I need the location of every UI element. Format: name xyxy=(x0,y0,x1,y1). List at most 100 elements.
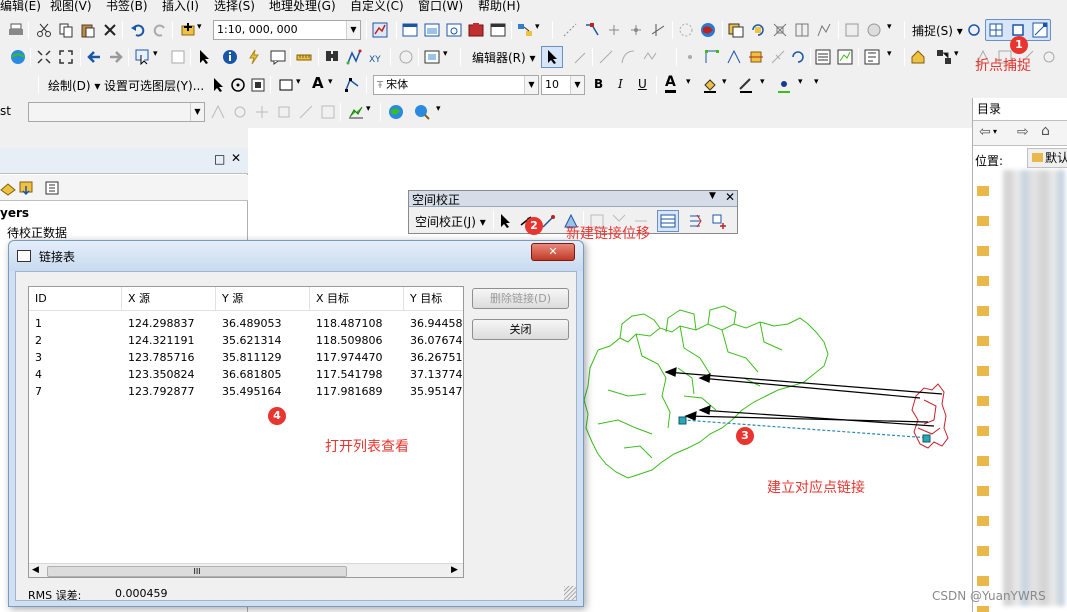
trace-icon[interactable] xyxy=(642,49,658,65)
georef-shift-icon[interactable] xyxy=(254,104,270,120)
point-snapping-icon[interactable] xyxy=(966,22,982,38)
selectable-layers-button[interactable]: 设置可选图层(Y)... xyxy=(104,77,204,94)
chevron-down-icon[interactable]: ▼ xyxy=(570,76,584,94)
georef-rotate-icon[interactable] xyxy=(232,104,248,120)
menu-selection[interactable]: 选择(S) xyxy=(214,0,255,14)
time-slider-icon[interactable] xyxy=(398,49,414,65)
delete-link-button[interactable]: 删除链接(D) xyxy=(472,288,569,309)
default-tab[interactable]: 默认 xyxy=(1027,148,1067,168)
table-row[interactable]: 7 123.792877 35.495164 117.981689 35.951477 xyxy=(29,383,463,400)
delete-icon[interactable] xyxy=(102,22,118,38)
bold-button[interactable]: B xyxy=(594,77,603,91)
toolbar-overflow-icon-3[interactable]: ▾ xyxy=(443,49,448,59)
close-icon[interactable]: ✕ xyxy=(231,151,241,165)
menu-insert[interactable]: 插入(I) xyxy=(162,0,199,14)
copy-layer-icon[interactable] xyxy=(728,22,744,38)
menu-bookmarks[interactable]: 书签(B) xyxy=(106,0,148,14)
zoom-whole-page-icon[interactable] xyxy=(250,77,266,93)
globe-search-icon[interactable] xyxy=(414,104,430,120)
font-combo[interactable]: Ŧ 宋体 ▼ xyxy=(373,75,539,95)
table-of-contents-icon[interactable] xyxy=(402,22,418,38)
georef-fit-icon[interactable] xyxy=(210,104,226,120)
back-extent-icon[interactable] xyxy=(86,49,102,65)
table-row[interactable]: 4 123.350824 36.681805 117.541798 37.137749 xyxy=(29,366,463,383)
snap-edge-icon[interactable] xyxy=(606,22,622,38)
histogram-icon[interactable] xyxy=(348,104,364,120)
paste-icon[interactable] xyxy=(80,22,96,38)
sketch-tool-icon[interactable] xyxy=(678,22,694,38)
forward-extent-icon[interactable] xyxy=(108,49,124,65)
add-data-dropdown-icon[interactable]: ▾ xyxy=(197,22,202,32)
arctoolbox-icon[interactable] xyxy=(468,22,484,38)
split-icon[interactable] xyxy=(794,22,810,38)
select-features-icon[interactable] xyxy=(135,49,151,65)
snap-vertex-icon[interactable] xyxy=(584,22,600,38)
map-scale-combo[interactable]: 1:10, 000, 000 ▼ xyxy=(213,20,361,40)
search-window-icon[interactable] xyxy=(446,22,462,38)
marker-color-icon[interactable] xyxy=(776,77,792,93)
find-route-icon[interactable] xyxy=(346,49,362,65)
georef-link-icon[interactable] xyxy=(298,104,314,120)
add-data-icon[interactable] xyxy=(180,22,196,38)
maximize-icon[interactable]: □ xyxy=(214,152,225,166)
merge-icon[interactable] xyxy=(772,22,788,38)
link-table-icon[interactable] xyxy=(660,213,676,229)
line-color-dropdown-icon[interactable]: ▾ xyxy=(760,77,765,87)
editor-menu[interactable]: 编辑器(R) ▾ xyxy=(472,49,536,66)
underline-button[interactable]: U xyxy=(638,77,647,91)
edit-arrow-icon[interactable] xyxy=(544,49,560,65)
col-header-y-source[interactable]: Y 源 xyxy=(216,287,310,311)
menu-help[interactable]: 帮助(H) xyxy=(478,0,520,14)
layer-item[interactable]: 待校正数据 xyxy=(7,224,67,241)
snap-end-icon[interactable] xyxy=(562,22,578,38)
back-dropdown-icon[interactable]: ▾ xyxy=(993,127,997,136)
select-elements-icon[interactable] xyxy=(196,49,212,65)
identify-icon[interactable] xyxy=(222,49,238,65)
table-row[interactable]: 3 123.785716 35.811129 117.974470 36.267519 xyxy=(29,349,463,366)
chevron-down-icon[interactable]: ▼ xyxy=(190,103,204,121)
editor-toolbar-icon[interactable] xyxy=(372,22,388,38)
dialog-titlebar[interactable]: 链接表 ✕ xyxy=(9,241,583,271)
data-frame-icon[interactable] xyxy=(866,22,882,38)
attributes-icon[interactable] xyxy=(815,49,831,65)
globe-color-icon[interactable] xyxy=(700,22,716,38)
python-window-icon[interactable] xyxy=(490,22,506,38)
reshape-feature-icon[interactable] xyxy=(726,49,742,65)
go-to-xy-icon[interactable]: XY xyxy=(368,49,384,65)
text-dropdown-icon[interactable]: ▾ xyxy=(328,77,333,87)
marker-color-dropdown-icon[interactable]: ▾ xyxy=(798,77,803,87)
full-extent-icon[interactable] xyxy=(36,49,52,65)
scroll-left-icon[interactable]: ◀ xyxy=(32,565,39,575)
cut-polygons-icon[interactable] xyxy=(748,49,764,65)
histogram-dropdown-icon[interactable]: ▾ xyxy=(366,104,371,114)
measure-icon[interactable] xyxy=(296,49,312,65)
reshape-icon[interactable] xyxy=(816,22,832,38)
edit-vertices-graphic-icon[interactable] xyxy=(344,77,360,93)
fill-color-dropdown-icon[interactable]: ▾ xyxy=(722,77,727,87)
menu-windows[interactable]: 窗口(W) xyxy=(418,0,463,14)
split-tool-icon[interactable] xyxy=(770,49,786,65)
edit-vertices-icon[interactable] xyxy=(704,49,720,65)
toolbar-overflow-icon-4[interactable]: ▾ xyxy=(887,49,892,59)
rotate-graphic-icon[interactable] xyxy=(230,77,246,93)
resize-grip-icon[interactable] xyxy=(564,586,576,600)
sketch-properties-icon[interactable] xyxy=(837,49,853,65)
fixed-zoom-icon[interactable] xyxy=(58,49,74,65)
globe-icon[interactable] xyxy=(10,49,26,65)
layers-group-title[interactable]: yers xyxy=(0,206,29,220)
font-color-icon[interactable]: A xyxy=(665,74,676,93)
rectangle-dropdown-icon[interactable]: ▾ xyxy=(296,77,301,87)
select-graphics-icon[interactable] xyxy=(210,77,226,93)
snap-intersection-icon[interactable] xyxy=(650,22,666,38)
model-builder-icon[interactable] xyxy=(517,22,533,38)
cut-icon[interactable] xyxy=(36,22,52,38)
print-icon[interactable] xyxy=(8,22,24,38)
straight-segment-icon[interactable] xyxy=(598,49,614,65)
dialog-close-button[interactable]: ✕ xyxy=(531,243,575,261)
list-by-source-icon[interactable] xyxy=(0,180,16,196)
scroll-right-icon[interactable]: ▶ xyxy=(451,565,458,575)
forward-arrow-icon[interactable]: ⇨ xyxy=(1017,124,1029,140)
close-icon[interactable]: ✕ xyxy=(725,190,735,204)
link-table-grid[interactable]: ID X 源 Y 源 X 目标 Y 目标 1 124.298837 36.48905… xyxy=(28,286,464,578)
col-header-y-target[interactable]: Y 目标 xyxy=(404,287,463,311)
